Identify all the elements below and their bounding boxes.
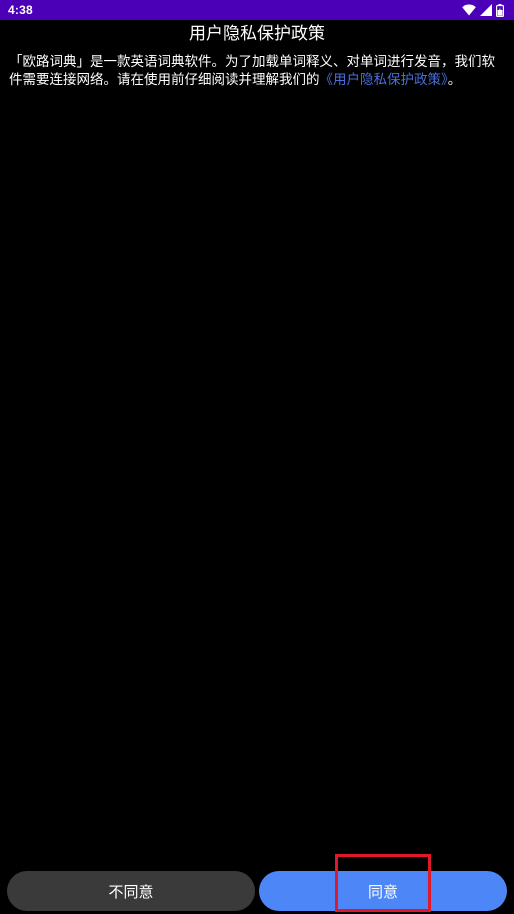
privacy-description-suffix: 。 [447, 72, 462, 88]
privacy-policy-screen: 4:38 用户隐私保护政策 「欧路词典」是一款英语词典软件。为了加载单词释义、对… [0, 0, 514, 914]
disagree-button[interactable]: 不同意 [7, 871, 255, 911]
bottom-action-bar: 不同意 同意 [0, 868, 514, 914]
page-title: 用户隐私保护政策 [189, 24, 325, 44]
status-icons [462, 0, 504, 20]
signal-icon [480, 4, 492, 16]
privacy-description: 「欧路词典」是一款英语词典软件。为了加载单词释义、对单词进行发音，我们软件需要连… [9, 53, 505, 89]
status-time: 4:38 [8, 3, 33, 17]
privacy-policy-link[interactable]: 《用户隐私保护政策》 [320, 72, 448, 88]
battery-icon [496, 3, 504, 17]
status-bar: 4:38 [0, 0, 514, 20]
agree-button[interactable]: 同意 [259, 871, 507, 911]
wifi-icon [462, 4, 476, 16]
